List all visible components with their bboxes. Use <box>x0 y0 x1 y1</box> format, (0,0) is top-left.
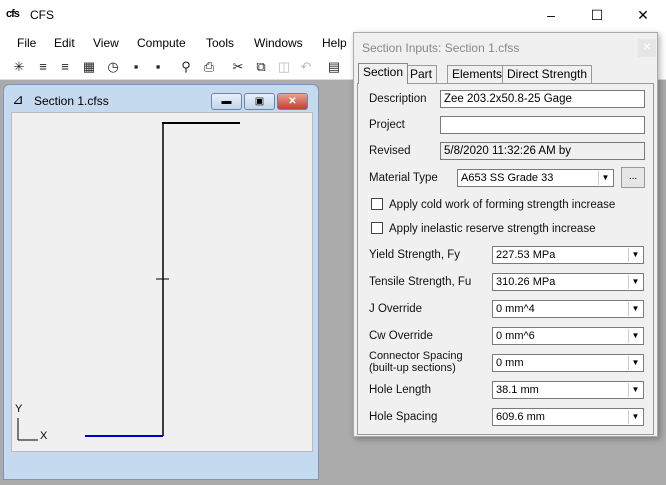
section-inputs-dialog: Section Inputs: Section 1.cfss ✕ Section… <box>353 32 658 437</box>
dialog-close-button[interactable]: ✕ <box>638 39 656 57</box>
new-section-icon[interactable]: ✳ <box>9 58 29 76</box>
cut-icon[interactable]: ✂ <box>228 58 248 76</box>
section-drawing <box>17 122 240 441</box>
menu-view[interactable]: View <box>93 36 119 50</box>
open-recent-icon[interactable]: ◷ <box>103 58 123 76</box>
menu-edit[interactable]: Edit <box>54 36 75 50</box>
inelastic-checkbox[interactable] <box>371 222 383 234</box>
chevron-down-icon: ▼ <box>628 356 642 370</box>
yield-strength-value: 227.53 MPa <box>496 249 556 261</box>
connector-spacing-select[interactable]: 0 mm ▼ <box>492 354 644 372</box>
chevron-down-icon: ▼ <box>628 302 642 316</box>
j-override-select[interactable]: 0 mm^4 ▼ <box>492 300 644 318</box>
section-canvas[interactable]: Y X <box>11 112 313 452</box>
menu-compute[interactable]: Compute <box>137 36 186 50</box>
hole-spacing-value: 609.6 mm <box>496 411 545 423</box>
hole-length-select[interactable]: 38.1 mm ▼ <box>492 381 644 399</box>
chevron-down-icon: ▼ <box>628 410 642 424</box>
section-window: ⊿ Section 1.cfss ▬ ▣ ✕ Y X <box>3 84 319 480</box>
description-label: Description <box>369 93 427 105</box>
revised-label: Revised <box>369 145 411 157</box>
j-override-value: 0 mm^4 <box>496 303 535 315</box>
j-override-label: J Override <box>369 303 423 315</box>
hole-length-value: 38.1 mm <box>496 384 539 396</box>
child-minimize-button[interactable]: ▬ <box>211 93 242 110</box>
tensile-strength-label: Tensile Strength, Fu <box>369 276 472 288</box>
inelastic-label: Apply inelastic reserve strength increas… <box>389 223 596 235</box>
copy-icon[interactable]: ⧉ <box>251 58 271 76</box>
maximize-button[interactable]: ☐ <box>574 0 620 30</box>
child-restore-button[interactable]: ▣ <box>244 93 275 110</box>
app-logo: cfs <box>6 8 20 20</box>
tab-section[interactable]: Section <box>358 63 409 84</box>
print-icon[interactable]: ⎙ <box>199 58 219 76</box>
chevron-down-icon: ▼ <box>598 171 612 185</box>
paste-icon[interactable]: ◫ <box>274 58 294 76</box>
material-select[interactable]: A653 SS Grade 33 ▼ <box>457 169 614 187</box>
cw-override-select[interactable]: 0 mm^6 ▼ <box>492 327 644 345</box>
section-icon: ⊿ <box>12 91 24 107</box>
material-value: A653 SS Grade 33 <box>461 172 554 184</box>
print-preview-icon[interactable]: ⚲ <box>176 58 196 76</box>
cold-work-checkbox[interactable] <box>371 198 383 210</box>
section-tab-panel: Description Zee 203.2x50.8-25 Gage Proje… <box>357 83 654 435</box>
new-member-icon[interactable]: ≡ <box>33 58 53 76</box>
open-icon[interactable]: ▦ <box>79 58 99 76</box>
revised-field: 5/8/2020 11:32:26 AM by <box>440 142 645 160</box>
save-as-icon[interactable]: ▪ <box>148 58 168 76</box>
tab-direct-strength[interactable]: Direct Strength <box>502 65 593 83</box>
hole-length-label: Hole Length <box>369 384 432 396</box>
title-bar: cfs CFS – ☐ ✕ <box>0 0 666 32</box>
close-button[interactable]: ✕ <box>620 0 666 30</box>
app-title: CFS <box>30 8 54 22</box>
description-input[interactable]: Zee 203.2x50.8-25 Gage <box>440 90 645 108</box>
cold-work-label: Apply cold work of forming strength incr… <box>389 199 616 211</box>
tensile-strength-value: 310.26 MPa <box>496 276 556 288</box>
hole-spacing-select[interactable]: 609.6 mm ▼ <box>492 408 644 426</box>
menu-windows[interactable]: Windows <box>254 36 303 50</box>
child-close-button[interactable]: ✕ <box>277 93 308 110</box>
yield-strength-label: Yield Strength, Fy <box>369 249 460 261</box>
yield-strength-select[interactable]: 227.53 MPa ▼ <box>492 246 644 264</box>
project-input[interactable] <box>440 116 645 134</box>
hole-spacing-label: Hole Spacing <box>369 411 438 423</box>
save-icon[interactable]: ▪ <box>126 58 146 76</box>
connector-spacing-label: Connector Spacing (built-up sections) <box>369 350 463 374</box>
chevron-down-icon: ▼ <box>628 329 642 343</box>
tab-elements[interactable]: Elements <box>447 65 508 83</box>
new-template-icon[interactable]: ≡ <box>55 58 75 76</box>
cw-override-label: Cw Override <box>369 330 433 342</box>
undo-icon[interactable]: ↶ <box>296 58 316 76</box>
cw-override-value: 0 mm^6 <box>496 330 535 342</box>
chevron-down-icon: ▼ <box>628 275 642 289</box>
y-axis-label: Y <box>15 403 23 415</box>
x-axis-label: X <box>40 430 48 442</box>
dialog-title: Section Inputs: Section 1.cfss <box>362 41 520 55</box>
material-edit-button[interactable]: ... <box>621 167 645 188</box>
project-label: Project <box>369 119 405 131</box>
tab-part[interactable]: Part <box>405 65 438 83</box>
menu-tools[interactable]: Tools <box>206 36 234 50</box>
material-label: Material Type <box>369 172 438 184</box>
menu-help[interactable]: Help <box>322 36 347 50</box>
connector-spacing-value: 0 mm <box>496 357 524 369</box>
properties-icon[interactable]: ▤ <box>324 58 344 76</box>
chevron-down-icon: ▼ <box>628 248 642 262</box>
minimize-button[interactable]: – <box>528 0 574 30</box>
section-window-title: Section 1.cfss <box>34 94 109 108</box>
chevron-down-icon: ▼ <box>628 383 642 397</box>
tensile-strength-select[interactable]: 310.26 MPa ▼ <box>492 273 644 291</box>
menu-file[interactable]: File <box>17 36 36 50</box>
